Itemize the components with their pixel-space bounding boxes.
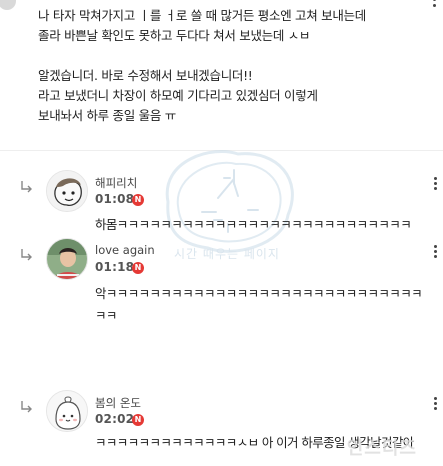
nickname[interactable]: love again — [95, 243, 155, 257]
timestamp: 01:18 — [95, 260, 135, 274]
reply-item: love again 01:18 N 악ㅋㅋㅋㅋㅋㅋㅋㅋㅋㅋㅋㅋㅋㅋㅋㅋㅋㅋㅋㅋ… — [0, 233, 443, 335]
timestamp: 01:08 — [95, 192, 135, 206]
nickname[interactable]: 봄의 온도 — [95, 395, 141, 411]
comment-line: 나 타자 막쳐가지고 ㅣ를 ㅓ로 쓸 때 많거든 평소엔 고쳐 보내는데 — [38, 8, 366, 23]
reply-arrow-icon — [20, 248, 34, 262]
comment-body: 나 타자 막쳐가지고 ㅣ를 ㅓ로 쓸 때 많거든 평소엔 고쳐 보내는데 졸라 … — [38, 6, 438, 126]
new-badge: N — [132, 262, 144, 274]
avatar — [0, 0, 16, 10]
new-badge: N — [132, 414, 144, 426]
new-badge: N — [132, 194, 144, 206]
reply-arrow-icon — [20, 400, 34, 414]
site-watermark: 인스티즈 — [346, 438, 417, 459]
reply-arrow-icon — [20, 180, 34, 194]
more-options-icon[interactable] — [434, 397, 438, 411]
avatar[interactable] — [46, 238, 88, 280]
more-options-icon[interactable] — [434, 245, 438, 259]
avatar[interactable] — [46, 170, 88, 212]
comment-line: 졸라 바쁜날 확인도 못하고 두다다 쳐서 보냈는데 ㅅㅂ — [38, 28, 311, 43]
comment-line: 보내놔서 하루 종일 울음 ㅠ — [38, 108, 176, 123]
timestamp: 02:02 — [95, 412, 135, 426]
more-options-icon[interactable] — [434, 177, 438, 191]
comment-line: 라고 보냈더니 차장이 하모예 기다리고 있겠심더 이렇게 — [38, 88, 318, 103]
nickname[interactable]: 해피리치 — [95, 175, 137, 191]
reply-line: ㅋㅋ — [95, 308, 117, 323]
comment-line: 알겠습니더. 바로 수정해서 보내겠습니더!! — [38, 68, 253, 83]
divider — [0, 150, 443, 151]
avatar[interactable] — [46, 390, 88, 432]
reply-line: 악ㅋㅋㅋㅋㅋㅋㅋㅋㅋㅋㅋㅋㅋㅋㅋㅋㅋㅋㅋㅋㅋㅋㅋㅋㅋㅋㅋㅋㅋ — [95, 286, 423, 301]
reply-text: 악ㅋㅋㅋㅋㅋㅋㅋㅋㅋㅋㅋㅋㅋㅋㅋㅋㅋㅋㅋㅋㅋㅋㅋㅋㅋㅋㅋㅋㅋ ㅋㅋ — [95, 283, 423, 327]
